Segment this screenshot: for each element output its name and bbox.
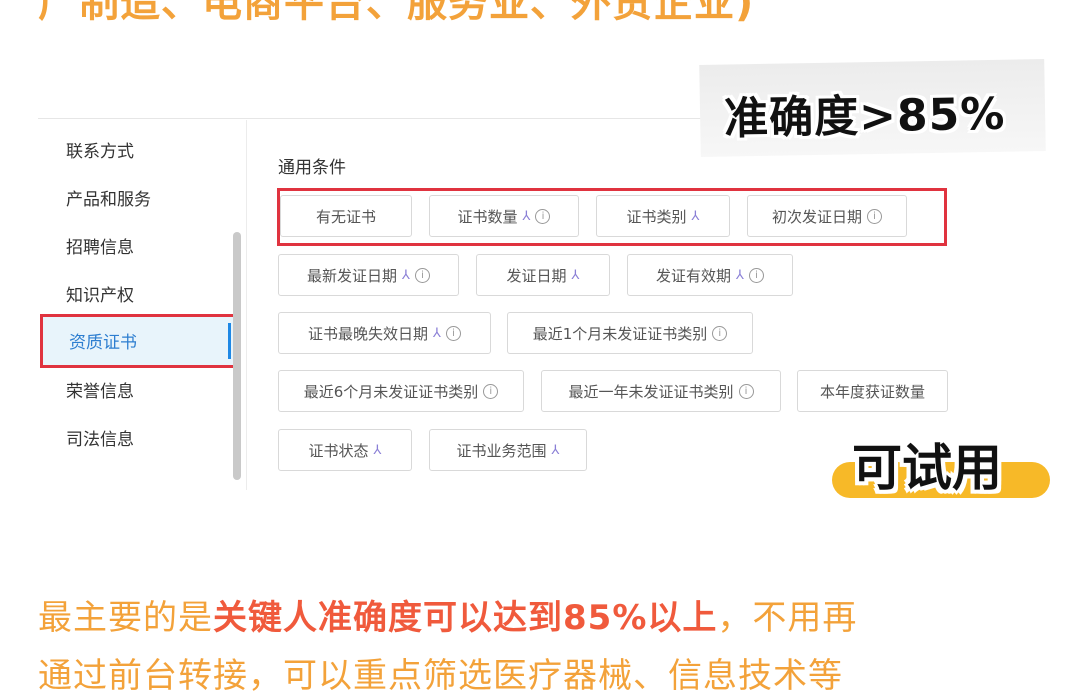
sidebar-item-label: 资质证书 (69, 333, 137, 353)
chip-label: 发证有效期 (656, 266, 732, 285)
filter-chip-latest-expiry-date[interactable]: 证书最晚失效日期 ⅄ i (278, 312, 491, 354)
hierarchy-icon: ⅄ (551, 442, 560, 458)
filter-chip-issue-date[interactable]: 发证日期 ⅄ (476, 254, 610, 296)
sidebar-item-ip[interactable]: 知识产权 (66, 281, 134, 311)
hierarchy-icon: ⅄ (736, 267, 744, 283)
highlight-box (277, 188, 947, 246)
filter-chip-no-cert-6-months[interactable]: 最近6个月未发证证书类别 i (278, 370, 524, 412)
filter-chip-latest-issue-date[interactable]: 最新发证日期 ⅄ i (278, 254, 459, 296)
chip-label: 证书状态 (308, 441, 369, 460)
chip-label: 证书业务范围 (456, 441, 547, 460)
caption-line-1: 最主要的是关键人准确度可以达到85%以上，不用再 (38, 590, 857, 639)
hierarchy-icon: ⅄ (571, 267, 580, 283)
caption-prefix: 最主要的是 (38, 598, 213, 638)
chip-label: 证书最晚失效日期 (308, 324, 429, 343)
chip-label: 发证日期 (506, 266, 567, 285)
sidebar-item-honors[interactable]: 荣誉信息 (66, 377, 134, 407)
filter-chip-validity-period[interactable]: 发证有效期 ⅄ i (627, 254, 793, 296)
chip-label: 本年度获证数量 (819, 382, 925, 401)
caption-highlight: 关键人准确度可以达到85%以上 (213, 598, 718, 638)
sidebar-item-jobs[interactable]: 招聘信息 (66, 233, 134, 263)
top-caption: 广制造、电商平台、服务业、外贸企业) (38, 0, 755, 26)
info-icon[interactable]: i (414, 267, 430, 283)
chip-label: 最近一年未发证证书类别 (568, 382, 734, 401)
hierarchy-icon: ⅄ (373, 442, 382, 458)
info-icon[interactable]: i (445, 325, 461, 341)
sidebar: 联系方式 产品和服务 招聘信息 知识产权 荣誉信息 司法信息 (38, 120, 247, 490)
filter-chip-no-cert-1-year[interactable]: 最近一年未发证证书类别 i (541, 370, 781, 412)
chip-label: 最近1个月未发证证书类别 (532, 324, 708, 343)
info-icon[interactable]: i (738, 383, 754, 399)
info-icon[interactable]: i (748, 267, 764, 283)
filter-chip-annual-cert-count[interactable]: 本年度获证数量 (797, 370, 948, 412)
accuracy-sticker: 准确度>85% (699, 58, 1046, 158)
section-title: 通用条件 (278, 158, 346, 178)
caption-line-2: 通过前台转接，可以重点筛选医疗器械、信息技术等 (38, 656, 843, 696)
sidebar-item-judicial[interactable]: 司法信息 (66, 425, 134, 455)
caption-suffix: ，不用再 (717, 598, 858, 638)
filter-chip-certificate-status[interactable]: 证书状态 ⅄ (278, 429, 412, 471)
info-icon[interactable]: i (483, 383, 499, 399)
filter-chip-no-cert-1-month[interactable]: 最近1个月未发证证书类别 i (507, 312, 753, 354)
filter-chip-business-scope[interactable]: 证书业务范围 ⅄ (429, 429, 587, 471)
trial-sticker: 可试用 (852, 439, 1002, 497)
sidebar-scrollbar[interactable] (233, 232, 241, 480)
chip-label: 最新发证日期 (307, 266, 398, 285)
hierarchy-icon: ⅄ (433, 325, 441, 341)
sidebar-item-contact[interactable]: 联系方式 (66, 137, 134, 167)
active-indicator (228, 323, 231, 359)
sidebar-item-products[interactable]: 产品和服务 (66, 185, 151, 215)
sidebar-item-certificates[interactable]: 资质证书 (40, 314, 238, 368)
hierarchy-icon: ⅄ (402, 267, 410, 283)
info-icon[interactable]: i (712, 325, 728, 341)
accuracy-sticker-text: 准确度>85% (723, 88, 1006, 145)
chip-label: 最近6个月未发证证书类别 (303, 382, 479, 401)
